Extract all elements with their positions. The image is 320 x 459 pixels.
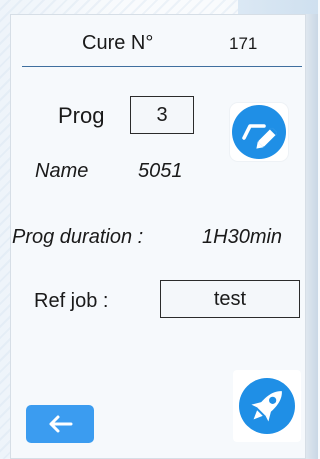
edit-program-button[interactable] [230,103,288,161]
ref-job-value: test [213,287,247,310]
header-divider [22,66,302,67]
cure-number-label: Cure N° [82,32,154,54]
prog-duration-label: Prog duration : [12,226,144,248]
name-value: 5051 [138,160,183,182]
prog-field[interactable]: 3 [130,96,194,134]
prog-label: Prog [58,103,105,128]
launch-button[interactable] [233,370,301,442]
cure-number-value: 171 [229,34,258,53]
name-label: Name [35,160,89,182]
prog-value: 3 [156,103,168,126]
back-button[interactable] [26,405,94,443]
panel-edge [306,14,318,459]
edit-icon [232,105,286,159]
ref-job-field[interactable]: test [160,280,300,318]
arrow-left-icon [49,415,73,433]
ref-job-label: Ref job : [34,290,109,312]
rocket-icon [239,378,295,434]
prog-duration-value: 1H30min [202,226,283,248]
